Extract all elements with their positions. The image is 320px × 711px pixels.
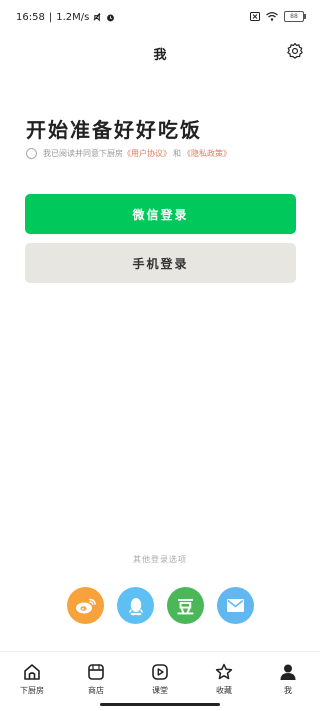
wechat-login-button[interactable]: 微信登录: [25, 194, 296, 234]
tab-bar: 下厨房 商店 课堂 收藏 我: [0, 651, 320, 702]
email-login-button[interactable]: [217, 587, 254, 624]
status-speed: 1.2M/s: [56, 12, 90, 23]
wifi-icon: [266, 12, 278, 21]
douban-icon: 豆: [177, 598, 194, 618]
tab-favorites[interactable]: 收藏: [192, 652, 256, 702]
weibo-icon: [75, 598, 96, 613]
settings-button[interactable]: [286, 42, 304, 60]
tab-class[interactable]: 课堂: [128, 652, 192, 702]
douban-login-button[interactable]: 豆: [167, 587, 204, 624]
home-icon: [24, 664, 40, 680]
tab-class-label: 课堂: [152, 686, 168, 695]
mute-icon: [93, 13, 101, 22]
agree-text: 我已阅读并同意下厨房: [43, 149, 123, 158]
email-icon: [227, 599, 244, 612]
tab-home-label: 下厨房: [20, 686, 44, 695]
agreement-row: 我已阅读并同意下厨房 《用户协议》 和 《隐私政策》: [26, 148, 231, 159]
tab-favorites-label: 收藏: [216, 686, 232, 695]
status-time: 16:58: [16, 12, 45, 23]
agree-checkbox[interactable]: [26, 148, 37, 159]
gear-icon: [287, 42, 303, 59]
weibo-login-button[interactable]: [67, 587, 104, 624]
battery-icon: 88: [284, 11, 306, 22]
qq-icon: [128, 597, 143, 615]
battery-level: 88: [290, 13, 298, 20]
tab-home[interactable]: 下厨房: [0, 652, 64, 702]
sim-icon: [250, 12, 260, 21]
other-login-label: 其他登录选项: [133, 555, 187, 564]
status-bar: 16:58 | 1.2M/s 88: [0, 0, 320, 34]
phone-login-button[interactable]: 手机登录: [25, 243, 296, 283]
tab-me-label: 我: [284, 686, 292, 695]
person-icon: [280, 664, 296, 680]
alarm-icon: [107, 14, 115, 22]
headline: 开始准备好好吃饭: [26, 118, 202, 142]
privacy-policy-link[interactable]: 《隐私政策》: [183, 148, 231, 159]
page-title: 我: [153, 48, 167, 63]
tab-store-label: 商店: [88, 686, 104, 695]
status-divider: |: [48, 12, 53, 23]
and-text: 和: [173, 149, 181, 158]
tab-me[interactable]: 我: [256, 652, 320, 702]
star-icon: [215, 663, 233, 680]
qq-login-button[interactable]: [117, 587, 154, 624]
status-right: 88: [250, 11, 306, 22]
play-icon: [152, 664, 168, 680]
status-left: 16:58 | 1.2M/s: [16, 12, 115, 23]
tab-store[interactable]: 商店: [64, 652, 128, 702]
user-agreement-link[interactable]: 《用户协议》: [123, 148, 171, 159]
home-indicator: [100, 703, 220, 706]
store-icon: [88, 664, 104, 680]
